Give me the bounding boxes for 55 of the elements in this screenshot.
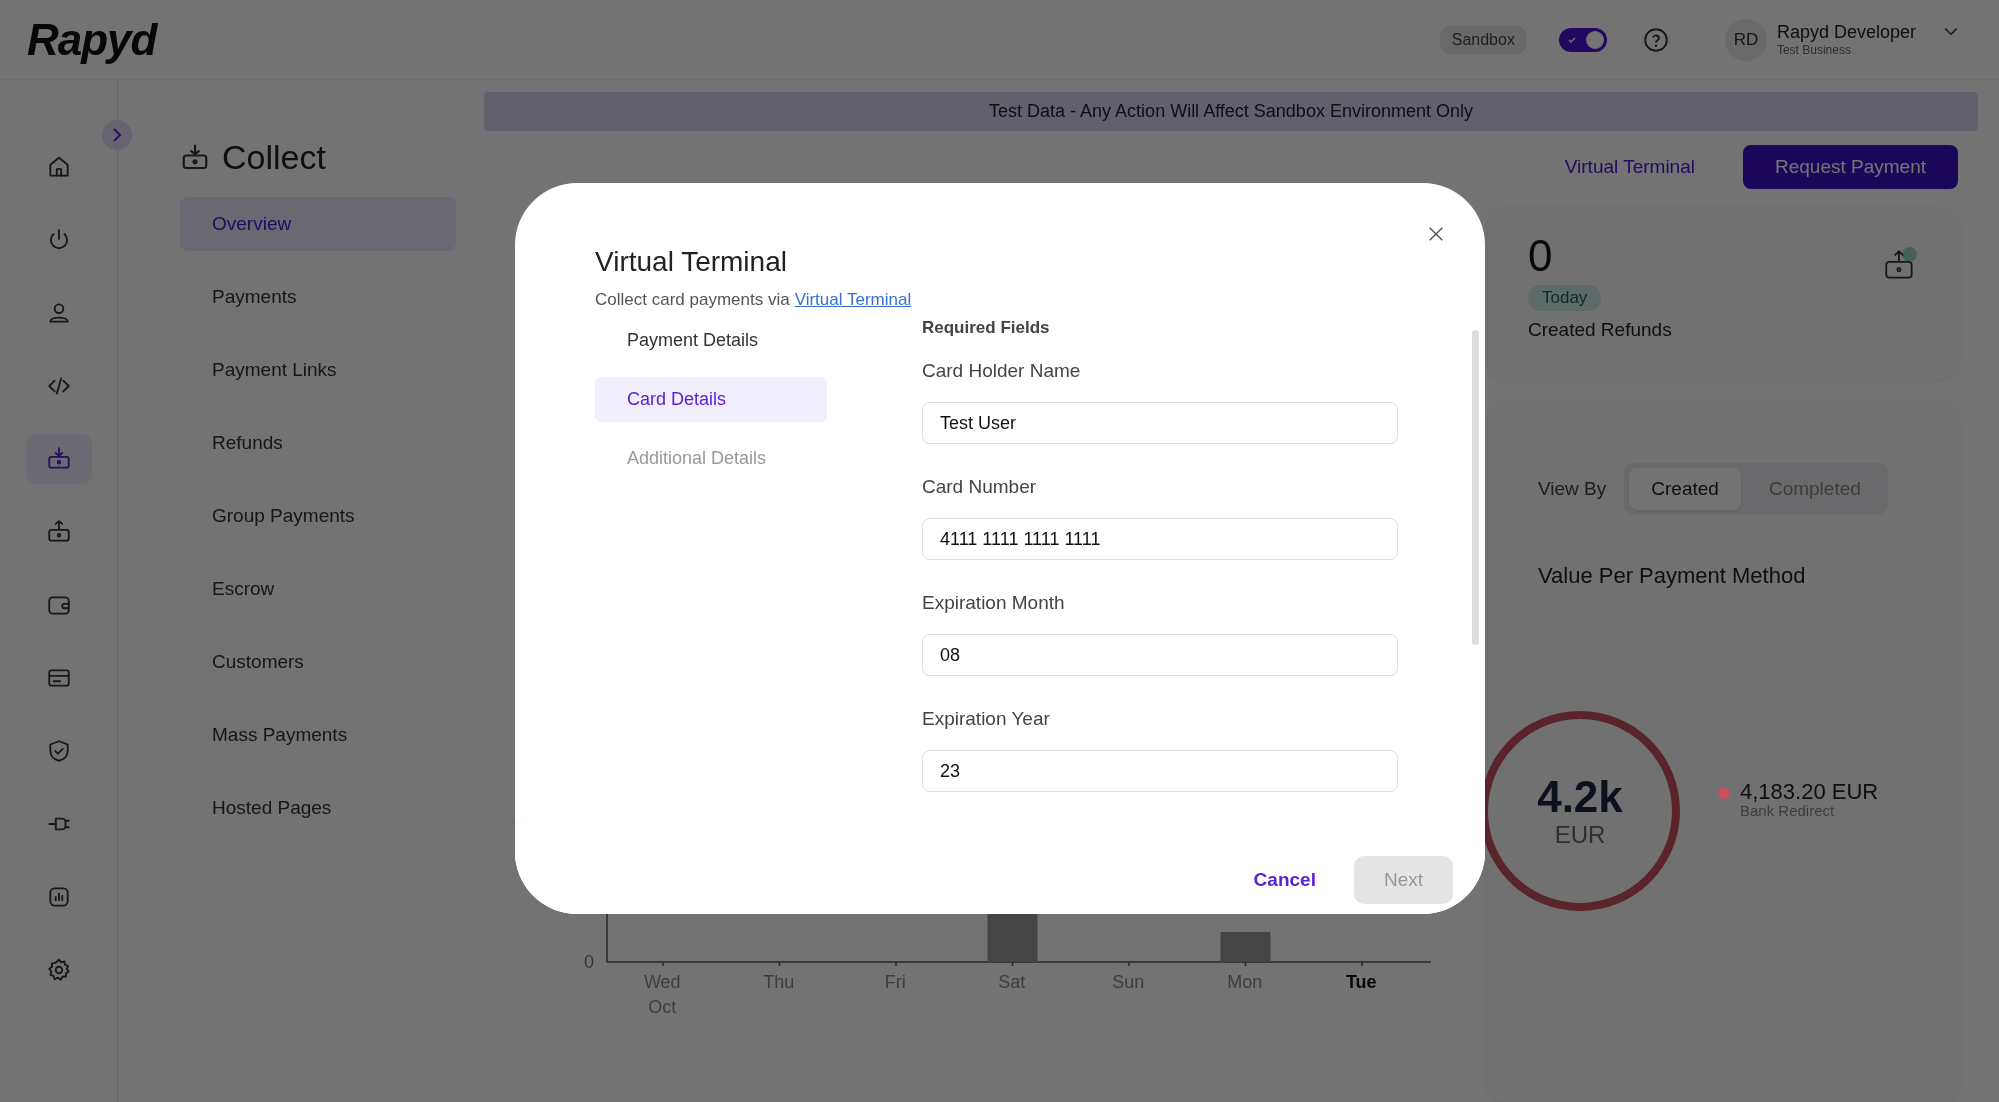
view-by-label: View By (1538, 478, 1607, 500)
legend-amount: 4,183.20 EUR (1740, 780, 1879, 803)
period-badge: Today (1528, 285, 1602, 311)
virtual-terminal-link[interactable]: Virtual Terminal (794, 290, 912, 310)
check-icon (1566, 34, 1577, 45)
request-payment-button[interactable]: Request Payment (1742, 145, 1958, 189)
section-title: Collect (222, 138, 326, 177)
input-field[interactable]: 08 (922, 634, 1398, 676)
step-tab[interactable]: Payment Details (595, 318, 827, 363)
chart-bar (1220, 932, 1271, 962)
dialog-title: Virtual Terminal (595, 246, 788, 278)
submenu-item[interactable]: Refunds (180, 416, 456, 470)
step-tab[interactable]: Card Details (595, 377, 827, 422)
donut-total: 4.2k (1537, 773, 1623, 821)
field-label: Card Number (922, 476, 1038, 498)
submenu-item[interactable]: Group Payments (180, 489, 456, 543)
input-field[interactable]: Test User (922, 402, 1398, 444)
submenu-item[interactable]: Customers (180, 635, 456, 689)
input-field[interactable]: 23 (922, 750, 1398, 792)
donut-currency: EUR (1554, 821, 1606, 849)
axis-tick-label: 0 (584, 952, 594, 973)
section-heading: Required Fields (922, 318, 1051, 338)
expand-chevron-button[interactable] (102, 120, 132, 150)
stat-label: Created Refunds (1528, 319, 1672, 341)
submenu-item[interactable]: Payments (180, 270, 456, 324)
sandbox-toggle[interactable] (1558, 27, 1607, 52)
input-field[interactable]: 4111 1111 1111 1111 (922, 518, 1398, 560)
help-icon[interactable] (1642, 26, 1669, 53)
user-name: Rapyd Developer (1776, 22, 1916, 43)
submenu-item[interactable]: Hosted Pages (180, 781, 456, 835)
close-icon[interactable] (1427, 225, 1445, 243)
virtual-terminal-link[interactable]: Virtual Terminal (1564, 156, 1695, 178)
field-label: Expiration Month (922, 592, 1066, 614)
field-label: Card Holder Name (922, 360, 1082, 382)
collect-icon[interactable] (25, 434, 92, 484)
submenu-item[interactable]: Payment Links (180, 343, 456, 397)
chart-bar (987, 912, 1038, 962)
axis-label: Tue (1345, 971, 1377, 994)
view-by-option[interactable]: Created (1629, 468, 1741, 510)
submenu-item[interactable]: Mass Payments (180, 708, 456, 762)
cancel-button[interactable]: Cancel (1253, 869, 1316, 891)
chevron-down-icon[interactable] (1944, 26, 1958, 37)
dialog-subtitle: Collect card payments via (595, 290, 790, 310)
chart-title: Value Per Payment Method (1538, 563, 1807, 589)
logo[interactable]: Rapyd (27, 14, 157, 65)
field-label: Expiration Year (922, 708, 1051, 730)
sandbox-banner: Test Data - Any Action Will Affect Sandbox Environment Only (484, 92, 1978, 131)
submenu-item[interactable]: Escrow (180, 562, 456, 616)
business-name: Test Business (1776, 43, 1852, 57)
chevron-right-icon (112, 128, 122, 142)
stat-value: 0 (1528, 231, 1553, 281)
scrollbar-thumb[interactable] (1472, 330, 1479, 645)
submenu-item[interactable]: Overview (180, 197, 456, 251)
user-avatar[interactable]: RD (1724, 18, 1767, 61)
environment-badge: Sandbox (1439, 25, 1527, 54)
